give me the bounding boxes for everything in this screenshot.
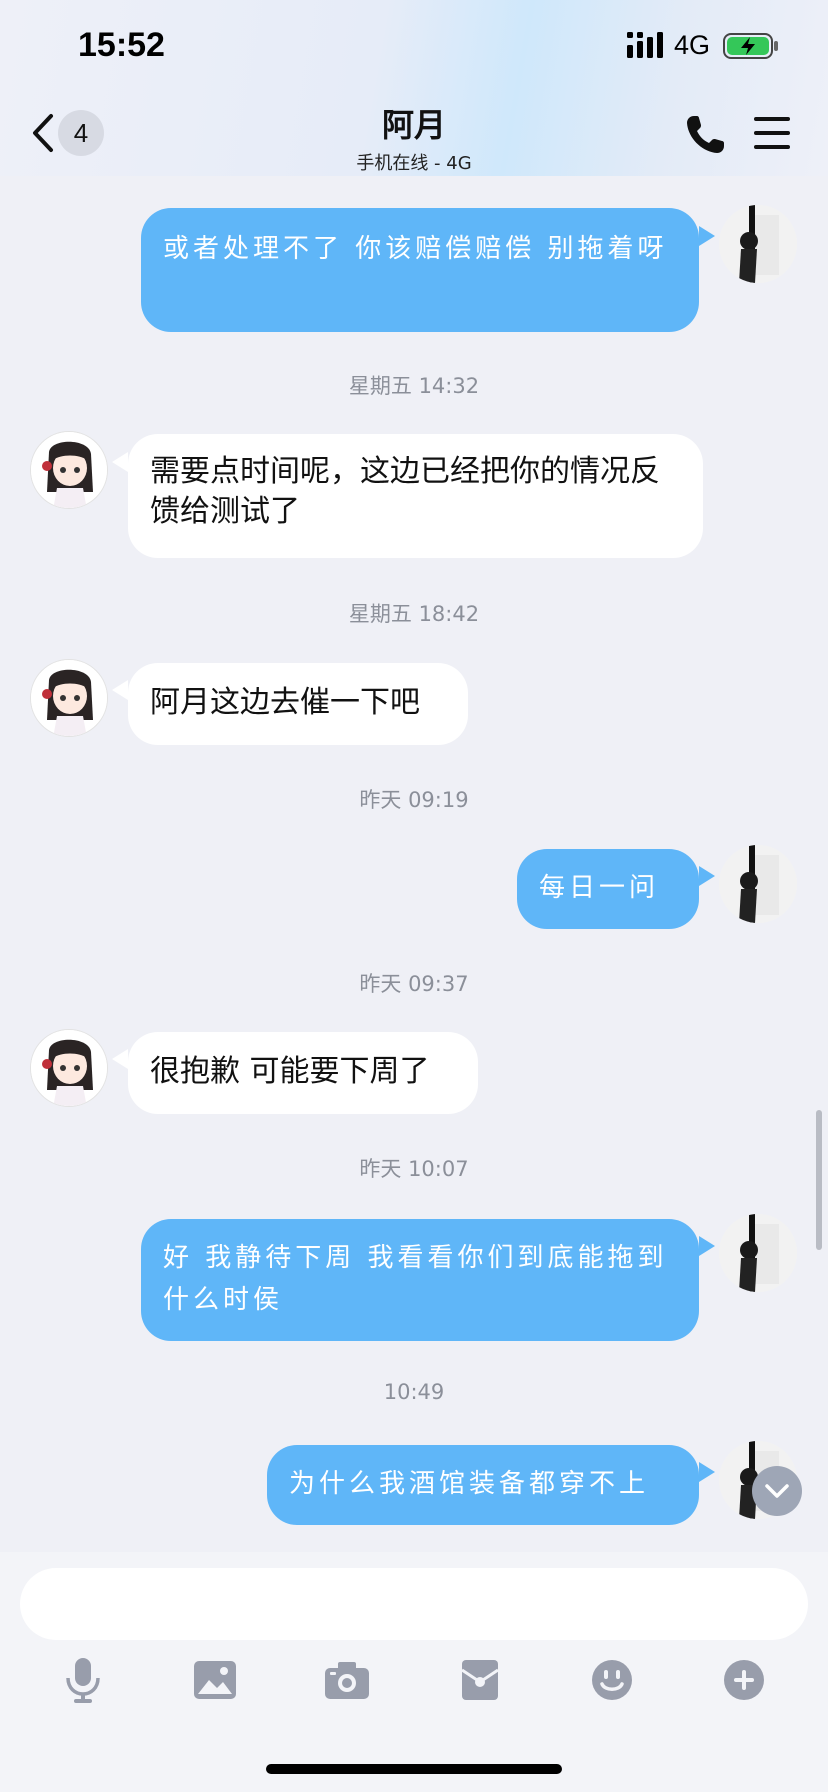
contact-avatar[interactable] [30, 1029, 108, 1107]
timestamp: 星期五 14:32 [348, 374, 480, 398]
mic-icon [66, 1658, 100, 1703]
timestamp: 昨天 09:37 [359, 972, 469, 996]
more-button[interactable] [720, 1656, 768, 1704]
bubble-tail [699, 226, 715, 246]
emoji-icon [592, 1660, 632, 1700]
camera-button[interactable] [323, 1656, 371, 1704]
battery-icon [723, 33, 778, 59]
contact-avatar[interactable] [30, 431, 108, 509]
message-bubble-sent[interactable]: 或者处理不了 你该赔偿赔偿 别拖着呀 [141, 208, 699, 332]
plus-icon [724, 1660, 764, 1700]
bubble-tail [112, 1049, 128, 1069]
message-text: 阿月这边去催一下吧 [150, 685, 420, 720]
status-time: 15:52 [78, 26, 165, 64]
message-input[interactable] [20, 1568, 808, 1640]
scrollbar[interactable] [816, 1110, 822, 1250]
phone-call-icon[interactable] [684, 112, 728, 156]
menu-icon[interactable] [752, 114, 792, 152]
chevron-down-icon [765, 1484, 789, 1498]
my-avatar[interactable] [719, 205, 797, 283]
message-text: 或者处理不了 你该赔偿赔偿 别拖着呀 [163, 234, 668, 264]
timestamp: 星期五 18:42 [348, 602, 480, 626]
my-avatar[interactable] [719, 1214, 797, 1292]
image-icon [194, 1661, 236, 1699]
home-indicator [266, 1764, 562, 1774]
message-text: 每日一问 [539, 873, 660, 903]
message-bubble-received[interactable]: 很抱歉 可能要下周了 [128, 1032, 478, 1114]
timestamp: 10:49 [383, 1380, 445, 1404]
message-text: 为什么我酒馆装备都穿不上 [289, 1469, 650, 1499]
camera-icon [325, 1662, 369, 1699]
red-packet-button[interactable] [456, 1656, 504, 1704]
timestamp: 昨天 09:19 [359, 788, 469, 812]
emoji-button[interactable] [588, 1656, 636, 1704]
bubble-tail [112, 680, 128, 700]
message-bubble-received[interactable]: 需要点时间呢，这边已经把你的情况反馈给测试了 [128, 434, 703, 558]
signal-icon [627, 32, 663, 58]
voice-button[interactable] [59, 1656, 107, 1704]
message-bubble-sent[interactable]: 好 我静待下周 我看看你们到底能拖到什么时侯 [141, 1219, 699, 1341]
message-bubble-sent[interactable]: 为什么我酒馆装备都穿不上 [267, 1445, 699, 1525]
red-packet-icon [461, 1660, 499, 1700]
message-bubble-received[interactable]: 阿月这边去催一下吧 [128, 663, 468, 745]
network-type: 4G [674, 30, 711, 60]
scroll-to-bottom-button[interactable] [752, 1466, 802, 1516]
bubble-tail [699, 866, 715, 886]
image-button[interactable] [191, 1656, 239, 1704]
contact-avatar[interactable] [30, 659, 108, 737]
message-text: 需要点时间呢，这边已经把你的情况反馈给测试了 [150, 454, 660, 529]
my-avatar[interactable] [719, 845, 797, 923]
bubble-tail [699, 1462, 715, 1482]
message-text: 很抱歉 可能要下周了 [150, 1054, 430, 1089]
message-text: 好 我静待下周 我看看你们到底能拖到什么时侯 [163, 1243, 668, 1315]
message-bubble-sent[interactable]: 每日一问 [517, 849, 699, 929]
bubble-tail [112, 452, 128, 472]
timestamp: 昨天 10:07 [359, 1157, 469, 1181]
bubble-tail [699, 1236, 715, 1256]
